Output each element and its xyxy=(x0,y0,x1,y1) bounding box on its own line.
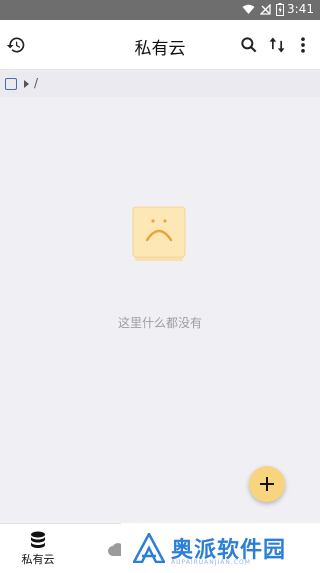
sort-icon xyxy=(269,37,285,53)
breadcrumb-path[interactable]: / xyxy=(34,76,38,90)
watermark-logo-icon xyxy=(133,533,165,563)
search-button[interactable] xyxy=(238,34,260,56)
search-icon xyxy=(241,37,257,53)
nav-label-private-cloud: 私有云 xyxy=(21,553,55,566)
watermark: 奥派软件园 AUPAIRUANJIAN.COM xyxy=(121,523,320,573)
battery-icon xyxy=(276,3,284,16)
nav-item-private-cloud[interactable]: 私有云 xyxy=(16,524,60,573)
file-list-area: 这里什么都没有 xyxy=(0,97,320,523)
more-vert-icon xyxy=(301,37,305,53)
status-time: 3:41 xyxy=(287,2,314,16)
empty-state-message: 这里什么都没有 xyxy=(117,316,202,330)
no-signal-icon xyxy=(260,4,271,15)
select-all-checkbox[interactable] xyxy=(5,78,17,90)
status-icons xyxy=(242,3,284,16)
app-bar: 私有云 xyxy=(0,20,320,70)
caret-right-icon xyxy=(24,80,29,88)
plus-icon xyxy=(260,477,274,491)
database-icon xyxy=(31,531,45,548)
status-bar: 3:41 xyxy=(0,0,320,20)
sort-button[interactable] xyxy=(266,34,288,56)
more-options-button[interactable] xyxy=(292,34,314,56)
watermark-subtext: AUPAIRUANJIAN.COM xyxy=(171,559,251,566)
breadcrumb: / xyxy=(0,71,320,97)
wifi-icon xyxy=(242,4,255,14)
sad-face-box-icon xyxy=(132,206,186,261)
add-fab-button[interactable] xyxy=(249,466,285,502)
